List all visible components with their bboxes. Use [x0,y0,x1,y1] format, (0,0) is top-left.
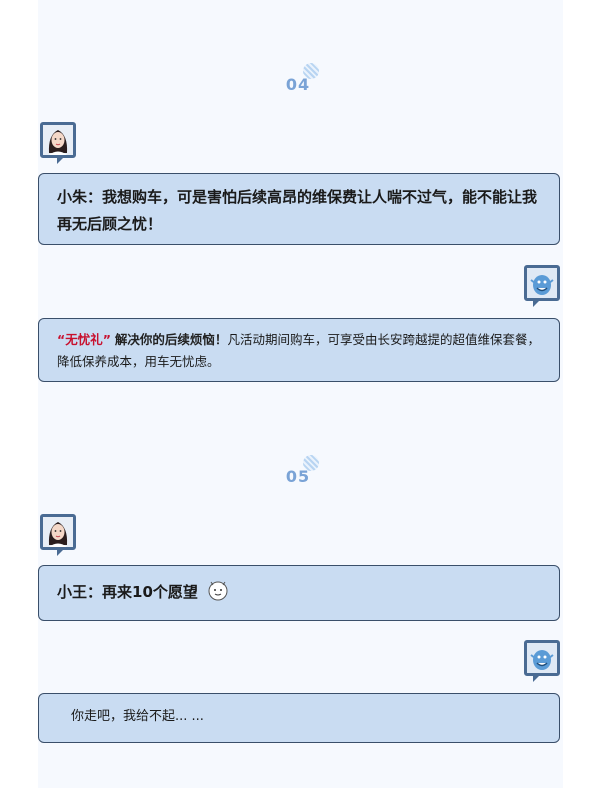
genie-icon [527,268,557,298]
section-05-number: 05 [285,467,311,486]
answer-bubble-04: “无忧礼” 解决你的后续烦恼！凡活动期间购车，可享受由长安跨越提的超值维保套餐，… [38,318,560,382]
avatar-tail [57,549,64,556]
question-text-04: 小朱：我想购车，可是害怕后续高昂的维保费让人喘不过气，能不能让我再无后顾之忧！ [57,188,538,233]
woman-portrait-icon [43,125,73,155]
question-bubble-04: 小朱：我想购车，可是害怕后续高昂的维保费让人喘不过气，能不能让我再无后顾之忧！ [38,173,560,245]
genie-icon [527,643,557,673]
question-bubble-05: 小王：再来10个愿望 [38,565,560,621]
avatar-tail [57,157,64,164]
answer-text-04: “无忧礼” 解决你的后续烦恼！凡活动期间购车，可享受由长安跨越提的超值维保套餐，… [39,319,559,383]
cartoon-face-sticker-icon [207,579,229,610]
answerer-avatar-05 [524,640,560,682]
answerer-avatar-04 [524,265,560,307]
answer-lead: 解决你的后续烦恼！ [114,332,228,347]
avatar-tail [533,300,540,307]
content-panel [38,0,563,788]
answer-bubble-05: 你走吧，我给不起... ... [38,693,560,743]
avatar-tail [533,675,540,682]
woman-portrait-icon [43,517,73,547]
question-row-05: 小王：再来10个愿望 [39,566,559,620]
question-text-05: 小王：再来10个愿望 [57,583,198,601]
asker-avatar-04 [40,122,76,164]
answer-text-05: 你走吧，我给不起... ... [71,709,204,724]
highlight-text: “无忧礼” [57,332,111,347]
asker-avatar-05 [40,514,76,556]
section-04-number: 04 [285,75,311,94]
